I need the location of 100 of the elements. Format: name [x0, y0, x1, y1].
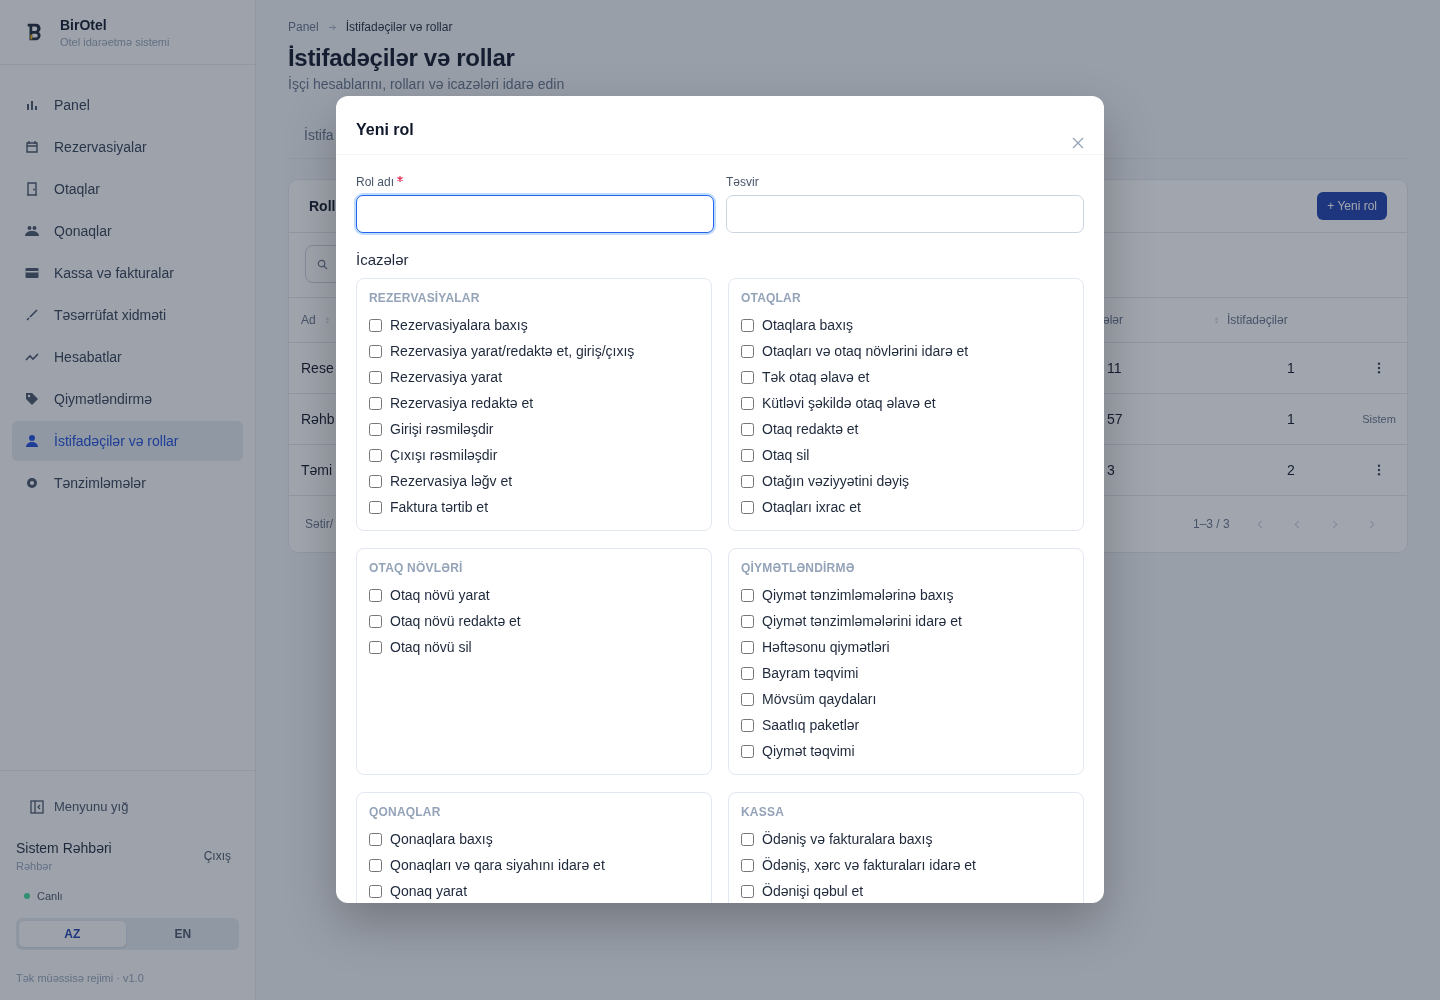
checkbox-label[interactable]: Otaq sil — [762, 447, 810, 463]
checkbox[interactable] — [369, 344, 382, 358]
checkbox[interactable] — [741, 692, 754, 706]
checkbox[interactable] — [741, 858, 754, 872]
checkbox[interactable] — [741, 744, 754, 758]
group-title: OTAQ NÖVLƏRİ — [369, 561, 464, 575]
checkbox[interactable] — [369, 474, 382, 488]
checkbox[interactable] — [369, 640, 382, 654]
text-field[interactable] — [356, 195, 714, 233]
system-label: Sistem — [1362, 413, 1396, 425]
checkbox-label[interactable]: Otaq növü sil — [390, 639, 472, 655]
checkbox-label[interactable]: Faktura tərtib et — [390, 499, 489, 515]
table-cell: Təmi — [301, 462, 333, 478]
logout-link[interactable]: Çıxış — [203, 849, 231, 863]
checkbox[interactable] — [741, 474, 754, 488]
checkbox-label[interactable]: Qiymət tənzimləmələrini idarə et — [762, 613, 962, 629]
checkbox-label[interactable]: Rezervasiya redaktə et — [390, 395, 534, 411]
checkbox-label[interactable]: Qonaq yarat — [390, 883, 468, 899]
checkbox[interactable] — [741, 448, 754, 462]
checkbox-label[interactable]: Girişi rəsmiləşdir — [390, 421, 494, 437]
checkbox-label[interactable]: Qiymət tənzimləmələrinə baxış — [762, 587, 954, 603]
collapse-menu-button[interactable]: Menyunu yığ — [16, 791, 143, 822]
checkbox-label[interactable]: Ödəniş, xərc və fakturaları idarə et — [762, 857, 976, 873]
checkbox-label[interactable]: Tək otaq əlavə et — [762, 369, 870, 385]
field-label: Rol adı — [356, 175, 395, 189]
checkbox[interactable] — [369, 318, 382, 332]
more-icon[interactable] — [1377, 464, 1381, 476]
checkbox-label[interactable]: Qiymət təqvimi — [762, 743, 855, 759]
checkbox[interactable] — [741, 500, 754, 514]
checkbox[interactable] — [741, 318, 754, 332]
nav-item[interactable]: Panel — [12, 85, 243, 125]
checkbox-label[interactable]: Otaq növü yarat — [390, 587, 490, 603]
checkbox-label[interactable]: Otaqlara baxış — [762, 317, 854, 333]
checkbox-label[interactable]: Ödəniş və fakturalara baxış — [762, 831, 933, 847]
checkbox-label[interactable]: Otağın vəziyyətini dəyiş — [762, 473, 910, 489]
table-cell: 1 — [1287, 411, 1295, 427]
nav-item[interactable]: Qiymətləndirmə — [12, 379, 243, 419]
nav-item[interactable]: Təsərrüfat xidməti — [12, 295, 243, 335]
close-icon[interactable] — [1072, 137, 1084, 149]
field-label: Təsvir — [726, 175, 759, 189]
checkbox-label[interactable]: Rezervasiya yarat/redaktə et, giriş/çıxış — [390, 343, 635, 359]
checkbox-label[interactable]: Otaq növü redaktə et — [390, 613, 521, 629]
checkbox-label[interactable]: Saatlıq paketlər — [762, 717, 860, 733]
checkbox[interactable] — [741, 884, 754, 898]
checkbox[interactable] — [741, 422, 754, 436]
group-title: REZERVASİYALAR — [369, 291, 481, 305]
checkbox[interactable] — [369, 832, 382, 846]
checkbox[interactable] — [741, 640, 754, 654]
checkbox[interactable] — [741, 666, 754, 680]
checkbox-label[interactable]: Otaqları və otaq növlərini idarə et — [762, 343, 969, 359]
sidebar-collapse-icon — [30, 799, 44, 814]
user-role: Rəhbər — [16, 860, 54, 872]
more-icon[interactable] — [1377, 362, 1381, 374]
checkbox[interactable] — [369, 500, 382, 514]
checkbox[interactable] — [369, 396, 382, 410]
language-tab[interactable]: AZ — [19, 921, 126, 947]
search-icon — [317, 258, 328, 270]
checkbox[interactable] — [369, 614, 382, 628]
nav-item[interactable]: Otaqlar — [12, 169, 243, 209]
checkbox[interactable] — [741, 614, 754, 628]
page-range: 1–3 / 3 — [1193, 517, 1230, 531]
checkbox[interactable] — [741, 396, 754, 410]
brush-icon — [24, 307, 40, 323]
checkbox[interactable] — [369, 370, 382, 384]
checkbox-label[interactable]: Qonaqları və qara siyahını idarə et — [390, 857, 605, 873]
checkbox[interactable] — [741, 588, 754, 602]
new-role-button[interactable]: + Yeni rol — [1317, 192, 1387, 220]
checkbox-label[interactable]: Həftəsonu qiymətləri — [762, 639, 890, 655]
nav-item[interactable]: Kassa və fakturalar — [12, 253, 243, 293]
checkbox-label[interactable]: Qonaqlara baxış — [390, 831, 493, 847]
checkbox[interactable] — [741, 718, 754, 732]
checkbox-label[interactable]: Otaq redaktə et — [762, 421, 859, 437]
people-icon — [24, 223, 40, 239]
checkbox-label[interactable]: Ödənişi qəbul et — [762, 883, 864, 899]
checkbox[interactable] — [741, 370, 754, 384]
checkbox-label[interactable]: Çıxışı rəsmiləşdir — [390, 447, 498, 463]
checkbox-label[interactable]: Rezervasiya yarat — [390, 369, 503, 385]
table-cell: 3 — [1107, 462, 1115, 478]
card-title: Roll — [309, 198, 336, 214]
checkbox[interactable] — [741, 344, 754, 358]
calendar-icon — [24, 139, 40, 155]
checkbox[interactable] — [741, 832, 754, 846]
checkbox-label[interactable]: Otaqları ixrac et — [762, 499, 861, 515]
checkbox-label[interactable]: Kütləvi şəkildə otaq əlavə et — [762, 395, 936, 411]
checkbox-label[interactable]: Rezervasiyalara baxış — [390, 317, 528, 333]
table-cell: 57 — [1107, 411, 1123, 427]
nav-item[interactable]: Hesabatlar — [12, 337, 243, 377]
nav-item[interactable]: Rezervasiyalar — [12, 127, 243, 167]
checkbox-label[interactable]: Bayram təqvimi — [762, 665, 859, 681]
checkbox-label[interactable]: Mövsüm qaydaları — [762, 691, 877, 707]
checkbox[interactable] — [369, 858, 382, 872]
checkbox-label[interactable]: Rezervasiya ləğv et — [390, 473, 513, 489]
checkbox[interactable] — [369, 588, 382, 602]
card-icon — [24, 265, 40, 281]
nav-item[interactable]: Tənzimləmələr — [12, 463, 243, 503]
nav-item[interactable]: Qonaqlar — [12, 211, 243, 251]
checkbox[interactable] — [369, 448, 382, 462]
checkbox[interactable] — [369, 884, 382, 898]
rows-per-page-label: Sətir/ — [305, 517, 333, 531]
checkbox[interactable] — [369, 422, 382, 436]
